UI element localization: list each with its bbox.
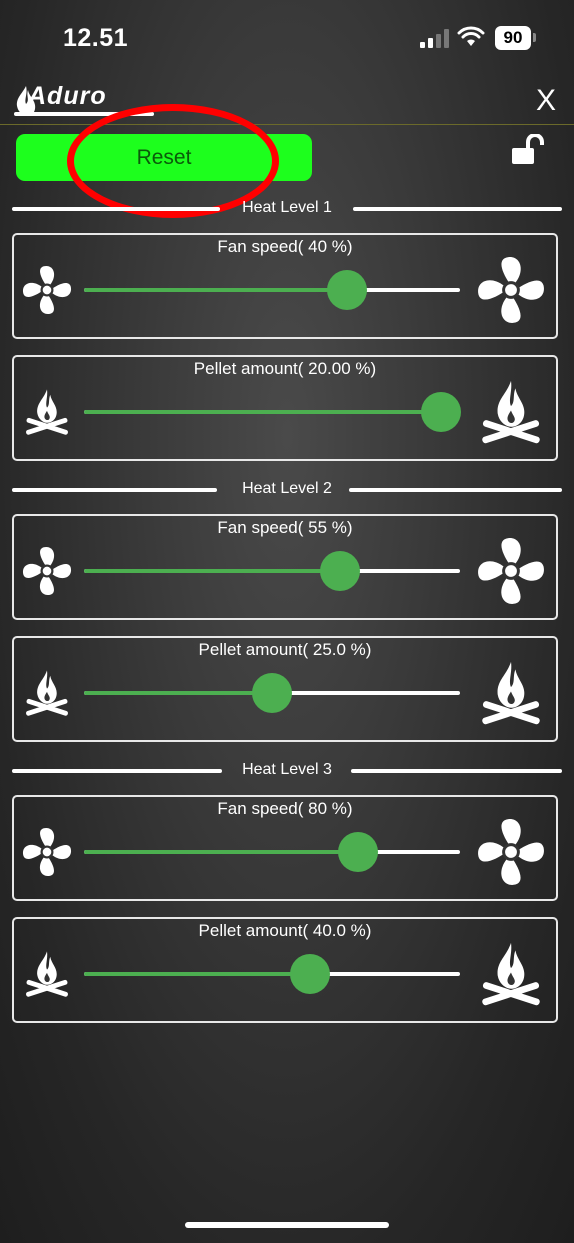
slider-fill xyxy=(84,410,442,414)
pellet-amount-card: Pellet amount( 25.0 %) xyxy=(12,636,558,742)
slider-thumb[interactable] xyxy=(327,270,368,310)
pellet-amount-slider[interactable] xyxy=(84,954,460,994)
campfire-low-icon xyxy=(25,389,69,436)
slider-fill xyxy=(84,972,310,976)
campfire-low-icon xyxy=(25,951,69,998)
heat-level-label: Heat Level 1 xyxy=(242,199,332,216)
brand-logo: Aduro xyxy=(28,82,107,110)
home-indicator[interactable] xyxy=(185,1222,389,1228)
status-bar: 12.51 90 xyxy=(0,0,574,78)
pellet-amount-slider[interactable] xyxy=(84,673,460,713)
campfire-low-icon xyxy=(25,670,69,717)
slider-thumb[interactable] xyxy=(289,954,330,994)
slider-thumb[interactable] xyxy=(252,673,292,713)
fan-high-icon xyxy=(478,538,544,604)
heat-level-divider: Heat Level 2 xyxy=(12,480,562,500)
pellet-amount-slider[interactable] xyxy=(84,392,462,432)
campfire-high-icon xyxy=(481,942,541,1006)
pellet-amount-card: Pellet amount( 20.00 %) xyxy=(12,355,558,461)
fan-low-icon xyxy=(22,827,72,877)
fan-speed-slider[interactable] xyxy=(84,270,460,310)
logo-underline xyxy=(14,112,154,116)
slider-fill xyxy=(84,288,348,292)
slider-fill xyxy=(84,569,340,573)
heat-level-divider: Heat Level 3 xyxy=(12,761,562,781)
unlocked-padlock-icon[interactable] xyxy=(510,134,546,166)
heat-level-divider: Heat Level 1 xyxy=(12,199,562,219)
slider-thumb[interactable] xyxy=(338,832,379,872)
fan-speed-card: Fan speed( 40 %) xyxy=(12,233,558,339)
heat-level-label: Heat Level 2 xyxy=(242,480,332,497)
fan-speed-card: Fan speed( 55 %) xyxy=(12,514,558,620)
battery-level: 90 xyxy=(495,26,531,50)
fan-high-icon xyxy=(478,257,544,323)
slider-fill xyxy=(84,691,272,695)
cellular-signal-icon xyxy=(420,28,450,48)
heat-level-label: Heat Level 3 xyxy=(242,761,332,778)
wifi-icon xyxy=(457,26,485,46)
status-time: 12.51 xyxy=(63,24,129,52)
fan-high-icon xyxy=(478,819,544,885)
fan-speed-slider[interactable] xyxy=(84,832,460,872)
reset-button[interactable]: Reset xyxy=(16,134,312,181)
fan-speed-card: Fan speed( 80 %) xyxy=(12,795,558,901)
slider-thumb[interactable] xyxy=(319,551,360,591)
close-button[interactable]: X xyxy=(536,84,556,118)
pellet-amount-card: Pellet amount( 40.0 %) xyxy=(12,917,558,1023)
campfire-high-icon xyxy=(481,380,541,444)
fan-speed-slider[interactable] xyxy=(84,551,460,591)
fan-low-icon xyxy=(22,265,72,315)
fan-low-icon xyxy=(22,546,72,596)
slider-fill xyxy=(84,850,359,854)
campfire-high-icon xyxy=(481,661,541,725)
battery-tip xyxy=(533,33,536,42)
slider-thumb[interactable] xyxy=(421,392,462,432)
app-header: Aduro X xyxy=(0,78,574,125)
